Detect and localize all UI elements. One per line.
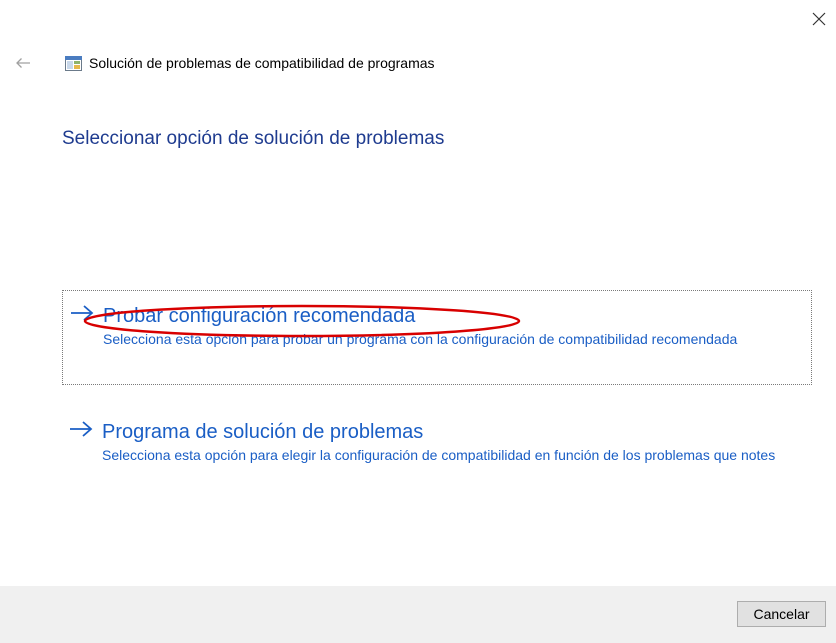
option-title: Programa de solución de problemas	[102, 421, 424, 443]
right-arrow-icon	[63, 303, 103, 323]
option-title: Probar configuración recomendada	[103, 305, 416, 327]
back-button[interactable]	[10, 50, 36, 76]
cancel-button[interactable]: Cancelar	[737, 601, 826, 627]
close-button[interactable]	[802, 6, 836, 32]
window-title: Solución de problemas de compatibilidad …	[89, 55, 435, 71]
program-compatibility-icon	[65, 55, 82, 71]
dialog-footer: Cancelar	[0, 586, 836, 643]
option-description: Selecciona esta opción para probar un pr…	[103, 331, 738, 347]
right-arrow-icon	[62, 419, 102, 439]
option-troubleshoot-program[interactable]: Programa de solución de problemas Selecc…	[62, 409, 812, 499]
option-try-recommended-settings[interactable]: Probar configuración recomendada Selecci…	[62, 290, 812, 385]
troubleshooter-window: Solución de problemas de compatibilidad …	[0, 0, 836, 643]
close-icon	[812, 12, 826, 26]
page-heading: Seleccionar opción de solución de proble…	[62, 128, 445, 149]
title-bar: Solución de problemas de compatibilidad …	[0, 50, 435, 76]
option-description: Selecciona esta opción para elegir la co…	[102, 447, 776, 463]
back-arrow-icon	[16, 58, 30, 68]
